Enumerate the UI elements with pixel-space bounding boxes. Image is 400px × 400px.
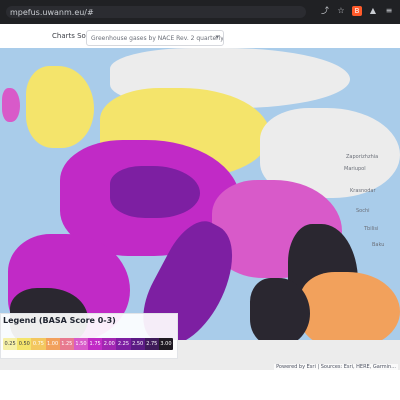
legend-swatch-9: 2.50 xyxy=(130,338,145,350)
address-bar[interactable]: mpefus.uwanm.eu/# xyxy=(6,6,306,18)
legend-title: Legend (BASA Score 0-3) xyxy=(3,316,116,325)
legend-swatch-6: 1.75 xyxy=(88,338,103,350)
alps-land xyxy=(110,166,200,218)
legend-swatch-8: 2.25 xyxy=(116,338,131,350)
map-label-5: Tbilisi xyxy=(364,226,379,232)
map-label-2: Mariupol xyxy=(344,166,366,172)
share-icon[interactable]: ⤴ xyxy=(320,6,330,16)
charts-source-select[interactable]: Greenhouse gases by NACE Rev. 2 quarterl… xyxy=(86,30,224,46)
legend-swatch-3: 1.00 xyxy=(45,338,60,350)
legend-swatch-5: 1.50 xyxy=(73,338,89,350)
turkey-land xyxy=(300,272,400,348)
legend-swatch-4: 1.25 xyxy=(59,338,74,350)
map-label-4: Sochi xyxy=(356,208,370,214)
address-text: mpefus.uwanm.eu/# xyxy=(10,7,94,17)
legend-swatch-0: 0.25 xyxy=(3,338,18,350)
chevron-down-icon: ▾ xyxy=(215,33,219,41)
legend-swatch-2: 0.75 xyxy=(31,338,46,350)
legend-panel: Legend (BASA Score 0-3) 0.25 0.50 0.75 1… xyxy=(0,313,178,359)
legend-scale: 0.25 0.50 0.75 1.00 1.25 1.50 1.75 2.00 … xyxy=(3,338,173,350)
browser-icons: ⤴ ☆ B ▲ ≡ xyxy=(320,6,394,16)
warning-icon[interactable]: ▲ xyxy=(368,6,378,16)
charts-source-select-value: Greenhouse gases by NACE Rev. 2 quarterl… xyxy=(91,34,223,42)
legend-swatch-1: 0.50 xyxy=(17,338,32,350)
map-label-6: Baku xyxy=(372,242,385,248)
legend-swatch-10: 2.75 xyxy=(144,338,159,350)
legend-swatch-7: 2.00 xyxy=(102,338,117,350)
legend-swatch-11: 3.00 xyxy=(158,338,173,350)
star-icon[interactable]: ☆ xyxy=(336,6,346,16)
map-label-1: Zaporizhzhia xyxy=(346,154,379,160)
page-footer xyxy=(0,370,400,400)
uk-land xyxy=(26,66,94,148)
ireland-land xyxy=(2,88,20,122)
menu-icon[interactable]: ≡ xyxy=(384,6,394,16)
browser-top-bar: mpefus.uwanm.eu/# ⤴ ☆ B ▲ ≡ xyxy=(0,0,400,24)
brave-icon[interactable]: B xyxy=(352,6,362,16)
greece-land xyxy=(250,278,310,346)
map-label-3: Krasnodar xyxy=(350,188,376,194)
